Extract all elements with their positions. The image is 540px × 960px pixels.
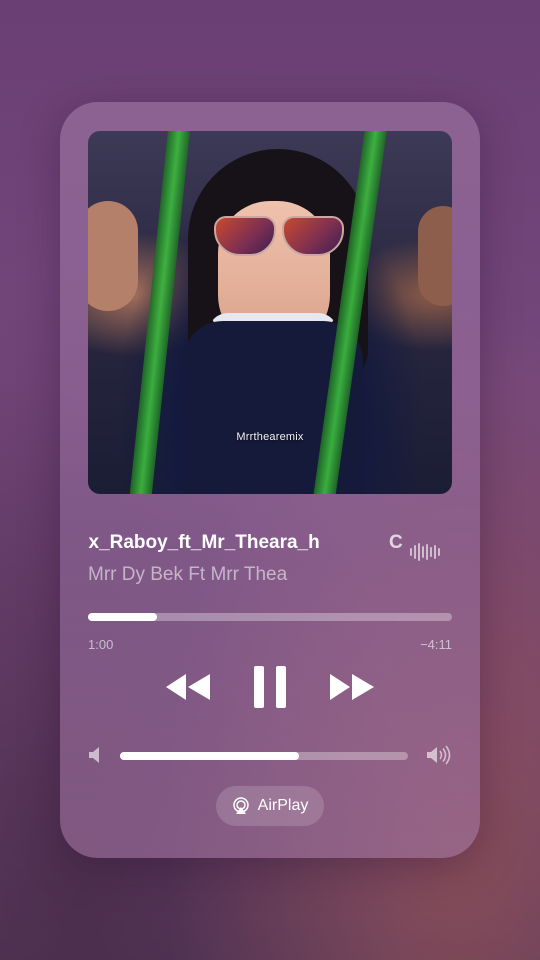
forward-button[interactable]	[322, 660, 382, 714]
waveform-icon	[410, 542, 440, 562]
airplay-label: AirPlay	[257, 797, 309, 814]
volume-control	[88, 742, 452, 770]
playback-scrubber[interactable]	[88, 613, 452, 621]
airplay-button[interactable]: AirPlay	[216, 786, 324, 826]
track-artist: Mrr Dy Bek Ft Mrr Thea	[88, 564, 288, 585]
fast-forward-icon	[330, 674, 374, 700]
speaker-high-icon	[427, 745, 451, 765]
rewind-icon	[166, 674, 210, 700]
transport-controls	[60, 660, 480, 714]
album-artwork: Mrrthearemix	[88, 131, 452, 494]
track-info: Remix_Raboy_ft_Mr_Theara_h C	[88, 528, 452, 562]
playback-progress-fill	[88, 613, 158, 621]
track-title: Remix_Raboy_ft_Mr_Theara_h	[88, 532, 320, 553]
airplay-icon	[232, 797, 249, 814]
track-title-next: C	[389, 532, 403, 553]
artwork-watermark: Mrrthearemix	[236, 431, 304, 443]
volume-slider[interactable]	[120, 752, 408, 760]
pause-icon	[254, 666, 286, 708]
elapsed-time: 1:00	[88, 637, 114, 652]
rewind-button[interactable]	[158, 660, 218, 714]
speaker-low-icon	[89, 747, 99, 763]
now-playing-card: Mrrthearemix Remix_Raboy_ft_Mr_Theara_h …	[60, 102, 480, 858]
remaining-time: −4:11	[420, 637, 452, 652]
volume-level-fill	[120, 752, 299, 760]
pause-button[interactable]	[240, 660, 300, 714]
